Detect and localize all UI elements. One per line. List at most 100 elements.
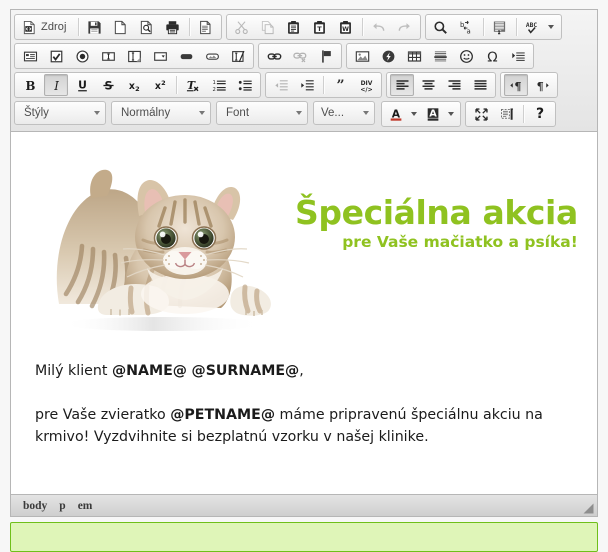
editor-toolbar: Zdroj T W b a ABC Ω B I U x 2 x 2 T 1 2 … — [11, 10, 597, 132]
text-field-button[interactable] — [96, 45, 120, 67]
text-direction-ltr-icon: ¶ — [509, 78, 521, 92]
element-path-item-body[interactable]: body — [17, 497, 53, 515]
align-center-button[interactable] — [416, 74, 440, 96]
toolbar-separator — [523, 105, 524, 123]
print-button[interactable] — [161, 16, 185, 38]
image-button-button[interactable] — [200, 45, 224, 67]
about-button-label: ? — [535, 106, 545, 122]
textarea-button[interactable] — [122, 45, 146, 67]
rtl-button[interactable]: ¶ — [530, 74, 554, 96]
subscript-button[interactable]: x 2 — [122, 74, 146, 96]
textarea-icon — [127, 50, 141, 62]
image-button[interactable] — [350, 45, 374, 67]
search-magnifier-icon — [434, 20, 447, 34]
align-justify-button[interactable] — [468, 74, 492, 96]
background-color-icon: A — [427, 107, 439, 121]
redo-button[interactable] — [393, 16, 417, 38]
anchor-button[interactable] — [314, 45, 338, 67]
ltr-button[interactable]: ¶ — [504, 74, 528, 96]
chevron-down-icon — [363, 111, 369, 115]
flash-button[interactable] — [376, 45, 400, 67]
select-all-button[interactable] — [488, 16, 512, 38]
div-container-button[interactable]: DIV </> — [354, 74, 378, 96]
strike-button[interactable]: S — [96, 74, 120, 96]
maximize-button[interactable] — [469, 103, 493, 125]
text-color-button[interactable]: A — [385, 103, 420, 125]
undo-button[interactable] — [367, 16, 391, 38]
smiley-face-icon — [459, 49, 473, 63]
table-button[interactable] — [402, 45, 426, 67]
table-grid-icon — [407, 50, 421, 62]
italic-button[interactable]: I — [44, 74, 68, 96]
document-body[interactable]: Milý klient @NAME@ @SURNAME@, pre Vaše z… — [35, 360, 573, 448]
hidden-field-icon — [231, 50, 244, 62]
unlink-button[interactable] — [288, 45, 312, 67]
save-button[interactable] — [83, 16, 107, 38]
chevron-down-icon — [411, 112, 417, 116]
superscript-button[interactable]: x 2 — [148, 74, 172, 96]
remove-format-button[interactable]: T — [181, 74, 205, 96]
special-char-button[interactable]: Ω — [480, 45, 504, 67]
editor-content-area[interactable]: Špeciálna akcia pre Vaše mačiatko a psík… — [11, 132, 597, 494]
align-left-button[interactable] — [390, 74, 414, 96]
paste-as-plain-text-button[interactable]: T — [308, 16, 332, 38]
page-break-button[interactable] — [506, 45, 530, 67]
flag-icon — [321, 49, 331, 63]
toolbar-group-colors: A A — [381, 101, 461, 127]
text-run: Milý klient — [35, 363, 112, 379]
hero-banner: Špeciálna akcia pre Vaše mačiatko a psík… — [35, 154, 578, 334]
font-combo[interactable]: Font — [216, 101, 308, 125]
bold-button[interactable]: B — [18, 74, 42, 96]
align-right-button[interactable] — [442, 74, 466, 96]
source-button[interactable]: Zdroj — [18, 16, 74, 38]
format-combo[interactable]: Normálny — [111, 101, 211, 125]
font-combo-label: Font — [226, 107, 250, 119]
toolbar-row-1: Zdroj T W b a ABC — [14, 14, 594, 40]
new-page-button[interactable] — [109, 16, 133, 38]
outdent-button[interactable] — [269, 74, 293, 96]
svg-text:T: T — [317, 24, 322, 32]
kitten-photo[interactable] — [35, 154, 295, 334]
indent-button[interactable] — [295, 74, 319, 96]
cut-button[interactable] — [230, 16, 254, 38]
hidden-field-button[interactable] — [226, 45, 250, 67]
templates-button[interactable] — [194, 16, 218, 38]
link-button[interactable] — [262, 45, 286, 67]
smiley-button[interactable] — [454, 45, 478, 67]
chevron-down-icon — [547, 25, 554, 29]
element-path-item-p[interactable]: p — [53, 497, 71, 515]
numbered-list-button[interactable]: 1 2 — [207, 74, 231, 96]
bulleted-list-icon — [238, 80, 252, 91]
underline-button[interactable]: U — [70, 74, 94, 96]
radio-button[interactable] — [70, 45, 94, 67]
paste-from-word-button[interactable]: W — [334, 16, 358, 38]
find-button[interactable] — [429, 16, 453, 38]
select-field-button[interactable] — [148, 45, 172, 67]
form-button[interactable] — [18, 45, 42, 67]
button-button[interactable] — [174, 45, 198, 67]
replace-button[interactable]: b a — [455, 16, 479, 38]
spell-check-button[interactable]: ABC — [521, 16, 558, 38]
styles-combo-label: Štýly — [24, 107, 49, 119]
svg-text:</>: </> — [360, 86, 372, 93]
paste-button[interactable] — [282, 16, 306, 38]
about-button[interactable]: ? — [528, 103, 552, 125]
toolbar-separator — [188, 18, 190, 36]
toolbar-group-insert: Ω — [346, 43, 534, 69]
svg-text:U: U — [78, 78, 87, 91]
preview-button[interactable] — [135, 16, 159, 38]
select-dropdown-icon — [153, 51, 167, 61]
show-blocks-button[interactable] — [495, 103, 519, 125]
resize-grip[interactable] — [582, 502, 594, 514]
styles-combo[interactable]: Štýly — [14, 101, 106, 125]
blockquote-button[interactable]: ” — [328, 74, 352, 96]
bulleted-list-button[interactable] — [233, 74, 257, 96]
copy-button[interactable] — [256, 16, 280, 38]
background-color-button[interactable]: A — [422, 103, 457, 125]
checkbox-button[interactable] — [44, 45, 68, 67]
horizontal-rule-button[interactable] — [428, 45, 452, 67]
numbered-list-icon: 1 2 — [212, 80, 226, 92]
element-path-item-em[interactable]: em — [72, 497, 99, 515]
remove-format-icon: T — [186, 79, 198, 92]
font-size-combo[interactable]: Ve... — [313, 101, 375, 125]
